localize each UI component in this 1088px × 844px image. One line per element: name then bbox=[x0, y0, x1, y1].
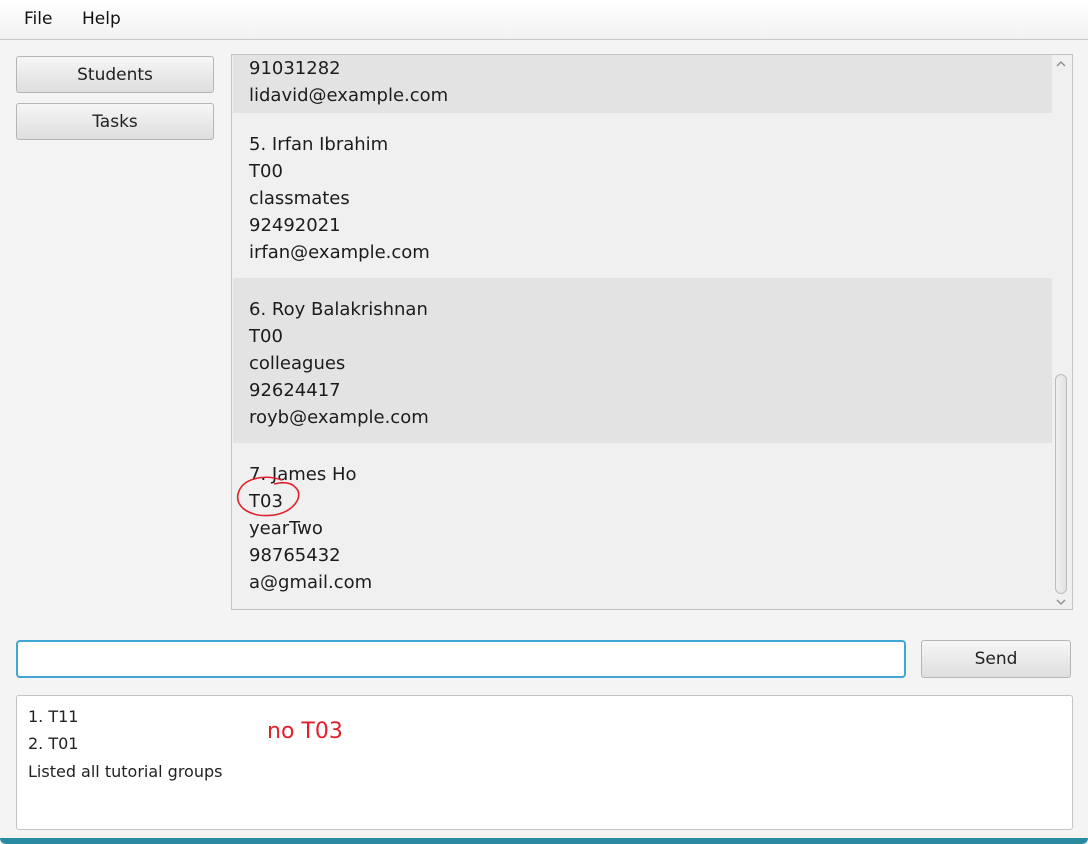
person-email: irfan@example.com bbox=[249, 242, 430, 263]
result-line: 2. T01 bbox=[28, 734, 79, 753]
person-list: 91031282 lidavid@example.com 5. Irfan Ib… bbox=[233, 55, 1052, 609]
result-display: 1. T11 2. T01 Listed all tutorial groups bbox=[16, 695, 1073, 830]
command-input[interactable] bbox=[16, 640, 906, 678]
scroll-up-arrow-icon[interactable] bbox=[1056, 59, 1066, 69]
person-card[interactable]: 7. James Ho T03 yearTwo 98765432 a@gmail… bbox=[233, 443, 1052, 608]
students-button[interactable]: Students bbox=[16, 56, 214, 93]
person-name: 7. James Ho bbox=[249, 464, 357, 485]
person-card[interactable]: 6. Roy Balakrishnan T00 colleagues 92624… bbox=[233, 278, 1052, 443]
person-tag: yearTwo bbox=[249, 518, 323, 539]
person-name: 5. Irfan Ibrahim bbox=[249, 134, 389, 155]
person-tutorial-group: T00 bbox=[249, 326, 283, 347]
person-tag: colleagues bbox=[249, 353, 346, 374]
person-tutorial-group: T00 bbox=[249, 161, 283, 182]
menu-help[interactable]: Help bbox=[82, 9, 121, 29]
person-email: royb@example.com bbox=[249, 407, 429, 428]
scroll-thumb[interactable] bbox=[1055, 374, 1067, 594]
window-bottom-border bbox=[0, 838, 1088, 844]
person-phone: 92492021 bbox=[249, 215, 341, 236]
tasks-button[interactable]: Tasks bbox=[16, 103, 214, 140]
menu-bar: File Help bbox=[0, 0, 1088, 40]
person-tutorial-group: T03 bbox=[249, 491, 283, 512]
scroll-down-arrow-icon[interactable] bbox=[1056, 597, 1066, 607]
annotation-note: no T03 bbox=[267, 719, 343, 744]
person-phone: 91031282 bbox=[249, 58, 341, 79]
person-email: lidavid@example.com bbox=[249, 85, 449, 106]
menu-file[interactable]: File bbox=[24, 9, 52, 29]
person-tag: classmates bbox=[249, 188, 350, 209]
person-phone: 92624417 bbox=[249, 380, 341, 401]
person-name: 6. Roy Balakrishnan bbox=[249, 299, 428, 320]
result-line: 1. T11 bbox=[28, 707, 79, 726]
result-line: Listed all tutorial groups bbox=[28, 762, 223, 781]
list-scrollbar[interactable] bbox=[1052, 55, 1071, 609]
person-list-panel[interactable]: 91031282 lidavid@example.com 5. Irfan Ib… bbox=[231, 54, 1073, 610]
send-button[interactable]: Send bbox=[921, 640, 1071, 678]
person-email: a@gmail.com bbox=[249, 572, 373, 593]
person-phone: 98765432 bbox=[249, 545, 341, 566]
person-card[interactable]: 91031282 lidavid@example.com bbox=[233, 55, 1052, 113]
person-card[interactable]: 5. Irfan Ibrahim T00 classmates 92492021… bbox=[233, 113, 1052, 278]
